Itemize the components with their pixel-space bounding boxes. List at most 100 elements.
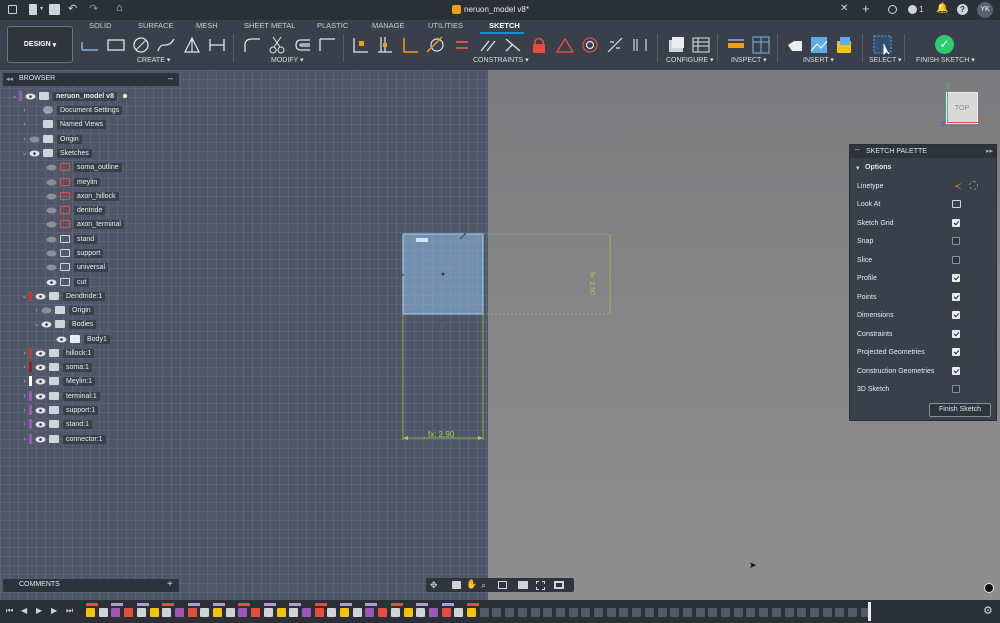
equal-icon[interactable] bbox=[452, 35, 472, 55]
timeline-feature-icon[interactable] bbox=[822, 608, 832, 617]
sketch-grid-checkbox[interactable] bbox=[952, 219, 960, 227]
profile-checkbox[interactable] bbox=[952, 274, 960, 282]
chevron-right-icon[interactable]: › bbox=[20, 393, 29, 400]
add-comment-icon[interactable]: + bbox=[167, 579, 173, 590]
configure-params-icon[interactable] bbox=[691, 35, 711, 55]
tab-utilities[interactable]: UTILITIES bbox=[428, 21, 463, 30]
perpendicular-icon[interactable] bbox=[503, 35, 523, 55]
chevron-down-icon[interactable]: ⌄ bbox=[20, 149, 29, 157]
grid-settings-icon[interactable] bbox=[536, 581, 545, 590]
chevron-right-icon[interactable]: › bbox=[20, 350, 29, 357]
circle-tool-icon[interactable] bbox=[131, 35, 151, 55]
minimize-icon[interactable]: – bbox=[855, 145, 859, 154]
sketch-palette-header[interactable]: – SKETCH PALETTE ▸▸ bbox=[850, 145, 996, 158]
timeline-feature-icon[interactable] bbox=[657, 608, 667, 617]
visibility-eye-icon[interactable] bbox=[46, 236, 57, 243]
visibility-eye-icon[interactable] bbox=[35, 293, 46, 300]
visibility-eye-icon[interactable] bbox=[35, 364, 46, 371]
timeline-feature-icon[interactable] bbox=[619, 608, 629, 617]
timeline-feature-icon[interactable] bbox=[225, 608, 235, 617]
fix-unfix-icon[interactable] bbox=[529, 35, 549, 55]
timeline-feature-icon[interactable] bbox=[98, 608, 108, 617]
tree-component-meylin[interactable]: › Meylin:1 bbox=[20, 375, 96, 387]
timeline-feature-icon[interactable] bbox=[416, 608, 426, 617]
viewports-icon[interactable] bbox=[554, 581, 564, 589]
visibility-eye-icon[interactable] bbox=[56, 336, 67, 343]
concentric-icon[interactable] bbox=[580, 35, 600, 55]
step-forward-icon[interactable]: ▶ bbox=[51, 606, 57, 615]
tree-item-sketches[interactable]: ⌄ Sketches bbox=[20, 147, 92, 159]
visibility-eye-icon[interactable] bbox=[46, 264, 57, 271]
chevron-down-icon[interactable]: ⌄ bbox=[20, 292, 29, 300]
timeline-feature-icon[interactable] bbox=[568, 608, 578, 617]
timeline-feature-icon[interactable] bbox=[251, 608, 261, 617]
notification-icon[interactable]: 🔔 bbox=[936, 3, 948, 14]
linetype-construction-icon[interactable]: ≺ bbox=[954, 181, 962, 192]
tree-component-soma[interactable]: › soma:1 bbox=[20, 361, 92, 373]
visibility-eye-icon[interactable] bbox=[46, 193, 57, 200]
tangent-icon[interactable] bbox=[425, 35, 445, 55]
timeline-feature-icon[interactable] bbox=[86, 608, 95, 617]
visibility-eye-icon[interactable] bbox=[41, 307, 52, 314]
timeline-feature-icon[interactable] bbox=[213, 608, 222, 617]
timeline-feature-icon[interactable] bbox=[581, 608, 591, 617]
new-tab-icon[interactable]: + bbox=[862, 1, 870, 16]
polygon-tool-icon[interactable] bbox=[182, 35, 202, 55]
timeline-feature-icon[interactable] bbox=[365, 608, 375, 617]
redo-icon[interactable]: ↷ bbox=[89, 2, 98, 15]
step-back-icon[interactable]: ◀ bbox=[21, 606, 27, 615]
timeline-feature-icon[interactable] bbox=[632, 608, 642, 617]
inspect-section-icon[interactable] bbox=[751, 35, 771, 55]
snap-checkbox[interactable] bbox=[952, 237, 960, 245]
midpoint-icon[interactable] bbox=[555, 35, 575, 55]
sketch-geometry[interactable] bbox=[390, 225, 630, 450]
chevron-down-icon[interactable]: ⌄ bbox=[32, 320, 41, 328]
play-icon[interactable]: ▶ bbox=[36, 606, 42, 615]
construction-geometries-checkbox[interactable] bbox=[952, 367, 960, 375]
measure-icon[interactable] bbox=[726, 35, 746, 55]
viewcube[interactable]: TOP bbox=[946, 92, 978, 124]
help-icon[interactable]: ? bbox=[957, 4, 968, 15]
visibility-eye-icon[interactable] bbox=[46, 179, 57, 186]
tab-sketch[interactable]: SKETCH bbox=[489, 21, 520, 30]
insert-decal-icon[interactable] bbox=[834, 35, 854, 55]
coincident-icon[interactable] bbox=[350, 35, 370, 55]
projected-geometries-checkbox[interactable] bbox=[952, 348, 960, 356]
chevron-right-icon[interactable]: › bbox=[20, 136, 29, 143]
timeline-feature-icon[interactable] bbox=[670, 608, 680, 617]
select-tool-icon[interactable] bbox=[873, 35, 893, 55]
timeline-feature-icon[interactable] bbox=[733, 608, 743, 617]
visibility-eye-icon[interactable] bbox=[29, 150, 40, 157]
tree-item-origin[interactable]: › Origin bbox=[20, 133, 82, 145]
constraints-menu[interactable]: CONSTRAINTS ▾ bbox=[473, 56, 529, 64]
timeline-feature-icon[interactable] bbox=[644, 608, 654, 617]
extensions-icon[interactable] bbox=[888, 5, 897, 14]
timeline-feature-icon[interactable] bbox=[238, 608, 248, 617]
finish-sketch-button[interactable]: Finish Sketch bbox=[929, 403, 991, 417]
timeline-feature-icon[interactable] bbox=[162, 608, 172, 617]
visibility-eye-icon[interactable] bbox=[46, 279, 57, 286]
select-menu[interactable]: SELECT ▾ bbox=[869, 56, 902, 64]
timeline-feature-icon[interactable] bbox=[263, 608, 273, 617]
constraint-more-icon[interactable] bbox=[630, 35, 650, 55]
timeline-feature-icon[interactable] bbox=[441, 608, 451, 617]
vertical-dimension[interactable]: fx: 2.90 bbox=[588, 272, 595, 295]
zoom-icon[interactable]: ⌕ bbox=[481, 580, 486, 591]
timeline-feature-icon[interactable] bbox=[721, 608, 730, 617]
save-icon[interactable] bbox=[49, 4, 60, 15]
tree-component-support[interactable]: › support:1 bbox=[20, 404, 99, 416]
timeline-feature-icon[interactable] bbox=[606, 608, 616, 617]
timeline-feature-icon[interactable] bbox=[809, 608, 819, 617]
pan-icon[interactable]: ✋ bbox=[466, 579, 477, 590]
finish-sketch-icon[interactable]: ✓ bbox=[935, 35, 954, 54]
timeline-feature-icon[interactable] bbox=[682, 608, 692, 617]
modify-more-icon[interactable] bbox=[317, 35, 337, 55]
inspect-menu[interactable]: INSPECT ▾ bbox=[731, 56, 767, 64]
timeline-feature-icon[interactable] bbox=[289, 608, 299, 617]
chevron-right-icon[interactable]: › bbox=[20, 407, 29, 414]
constraints-checkbox[interactable] bbox=[952, 330, 960, 338]
tree-item-bodies[interactable]: ⌄ Bodies bbox=[32, 318, 97, 330]
timeline-feature-icon[interactable] bbox=[314, 608, 324, 617]
tree-sketch-item[interactable]: support bbox=[46, 247, 104, 259]
chevron-right-icon[interactable]: › bbox=[20, 121, 29, 128]
